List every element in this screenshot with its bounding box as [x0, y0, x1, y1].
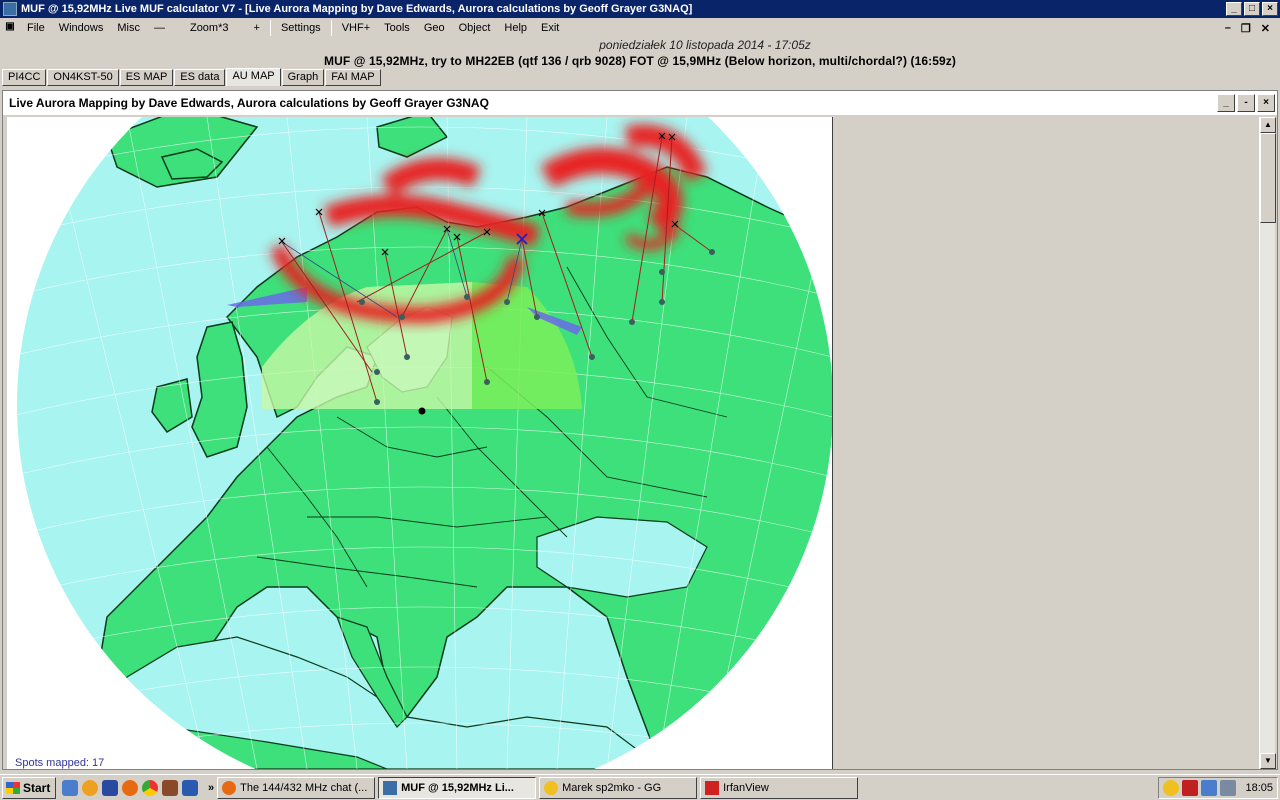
menu-bar: ▣ File Windows Misc — Zoom*3 + Settings … — [0, 18, 1280, 38]
windows-flag-icon — [6, 781, 20, 794]
close-button[interactable]: × — [1262, 2, 1278, 16]
taskbar-button-chat[interactable]: The 144/432 MHz chat (... — [217, 776, 376, 799]
muf-app-icon — [383, 780, 398, 795]
menu-windows[interactable]: Windows — [52, 22, 111, 34]
taskbar-label: MUF @ 15,92MHz Li... — [401, 781, 514, 794]
maximize-button[interactable]: □ — [1244, 2, 1260, 16]
taskbar-label: Marek sp2mko - GG — [562, 781, 662, 794]
taskbar: Start » The 144/432 MHz chat (... MUF @ … — [0, 774, 1280, 800]
taskbar-label: The 144/432 MHz chat (... — [240, 781, 368, 794]
child-titlebar: Live Aurora Mapping by Dave Edwards, Aur… — [3, 91, 1277, 115]
taskbar-button-muf[interactable]: MUF @ 15,92MHz Li... — [378, 776, 537, 799]
taskbar-button-gg[interactable]: Marek sp2mko - GG — [539, 776, 698, 799]
info-panel: poniedziałek 10 listopada 2014 - 17:05z … — [0, 38, 1280, 70]
taskbar-label: IrfanView — [723, 781, 769, 794]
menu-object[interactable]: Object — [452, 22, 498, 34]
scroll-up-icon[interactable]: ▲ — [1260, 117, 1276, 133]
muf-line: MUF @ 15,92MHz, try to MH22EB (qtf 136 /… — [324, 54, 956, 68]
menu-zoom-in[interactable]: + — [247, 22, 267, 34]
menu-zoom-out[interactable]: — — [147, 22, 172, 34]
tab-es-map[interactable]: ES MAP — [119, 69, 174, 86]
menu-geo[interactable]: Geo — [417, 22, 452, 34]
gg-sun-icon — [544, 780, 559, 795]
system-menu-icon[interactable]: ▣ — [2, 21, 18, 35]
minimize-button[interactable]: _ — [1226, 2, 1242, 16]
window-title: MUF @ 15,92MHz Live MUF calculator V7 - … — [21, 3, 693, 15]
menu-zoom-level[interactable]: Zoom*3 — [172, 22, 247, 34]
menu-misc[interactable]: Misc — [110, 22, 147, 34]
tab-on4kst-50[interactable]: ON4KST-50 — [47, 69, 119, 86]
child-close-button[interactable]: × — [1257, 94, 1275, 112]
child-title: Live Aurora Mapping by Dave Edwards, Aur… — [9, 96, 489, 110]
tab-strip: PI4CC ON4KST-50 ES MAP ES data AU MAP Gr… — [0, 68, 1280, 86]
menu-exit[interactable]: Exit — [534, 22, 566, 34]
menu-file[interactable]: File — [20, 22, 52, 34]
spots-mapped-label: Spots mapped: 17 — [15, 757, 105, 769]
quick-launch: » — [62, 779, 214, 796]
menu-vhf[interactable]: VHF+ — [335, 22, 377, 34]
firefox-icon[interactable] — [122, 779, 138, 796]
tab-au-map[interactable]: AU MAP — [226, 68, 281, 86]
start-label: Start — [23, 780, 51, 795]
mdi-controls: – ❐ ✕ — [1225, 22, 1280, 35]
chrome-icon[interactable] — [142, 779, 158, 796]
tab-fai-map[interactable]: FAI MAP — [325, 69, 381, 86]
menu-help[interactable]: Help — [497, 22, 534, 34]
child-body: Spots mapped: 17 ▲ ▼ — [3, 115, 1277, 769]
save-icon[interactable] — [102, 779, 118, 796]
menu-separator — [269, 20, 271, 36]
tab-es-data[interactable]: ES data — [174, 69, 226, 86]
more-quicklaunch-icon[interactable]: » — [208, 782, 214, 794]
ie-icon[interactable] — [62, 779, 78, 796]
irfanview-icon — [705, 780, 720, 795]
gg-tray-icon[interactable] — [1163, 779, 1180, 796]
app-titlebar: MUF @ 15,92MHz Live MUF calculator V7 - … — [0, 0, 1280, 18]
date-line: poniedziałek 10 listopada 2014 - 17:05z — [599, 38, 811, 52]
menu-settings[interactable]: Settings — [274, 22, 328, 34]
map-canvas — [17, 117, 832, 769]
mdi-close-icon[interactable]: ✕ — [1261, 22, 1270, 35]
start-button[interactable]: Start — [2, 776, 56, 799]
app-icon-blue[interactable] — [182, 779, 198, 796]
tab-pi4cc[interactable]: PI4CC — [2, 69, 47, 86]
child-window: Live Aurora Mapping by Dave Edwards, Aur… — [2, 90, 1278, 770]
antivirus-tray-icon[interactable] — [1182, 779, 1199, 796]
archive-icon[interactable] — [162, 779, 178, 796]
home-qth-dot — [418, 407, 426, 415]
scroll-down-icon[interactable]: ▼ — [1260, 753, 1276, 769]
taskbar-button-irfanview[interactable]: IrfanView — [700, 776, 859, 799]
scroll-thumb[interactable] — [1260, 133, 1276, 223]
firefox-icon — [222, 780, 237, 795]
aurora-map[interactable]: Spots mapped: 17 — [7, 117, 833, 769]
system-tray: 18:05 — [1158, 776, 1278, 799]
volume-tray-icon[interactable] — [1220, 779, 1237, 796]
network-tray-icon[interactable] — [1201, 779, 1218, 796]
menu-tools[interactable]: Tools — [377, 22, 417, 34]
mdi-restore-icon[interactable]: ❐ — [1241, 22, 1251, 35]
media-player-icon[interactable] — [82, 779, 98, 796]
mdi-minimize-icon[interactable]: – — [1225, 22, 1231, 35]
child-minimize-button[interactable]: _ — [1217, 94, 1235, 112]
vertical-scrollbar[interactable]: ▲ ▼ — [1259, 117, 1276, 769]
app-icon — [3, 2, 17, 16]
tab-graph[interactable]: Graph — [281, 69, 325, 86]
child-restore-button[interactable]: - — [1237, 94, 1255, 112]
clock: 18:05 — [1245, 781, 1273, 794]
menu-separator — [330, 20, 332, 36]
